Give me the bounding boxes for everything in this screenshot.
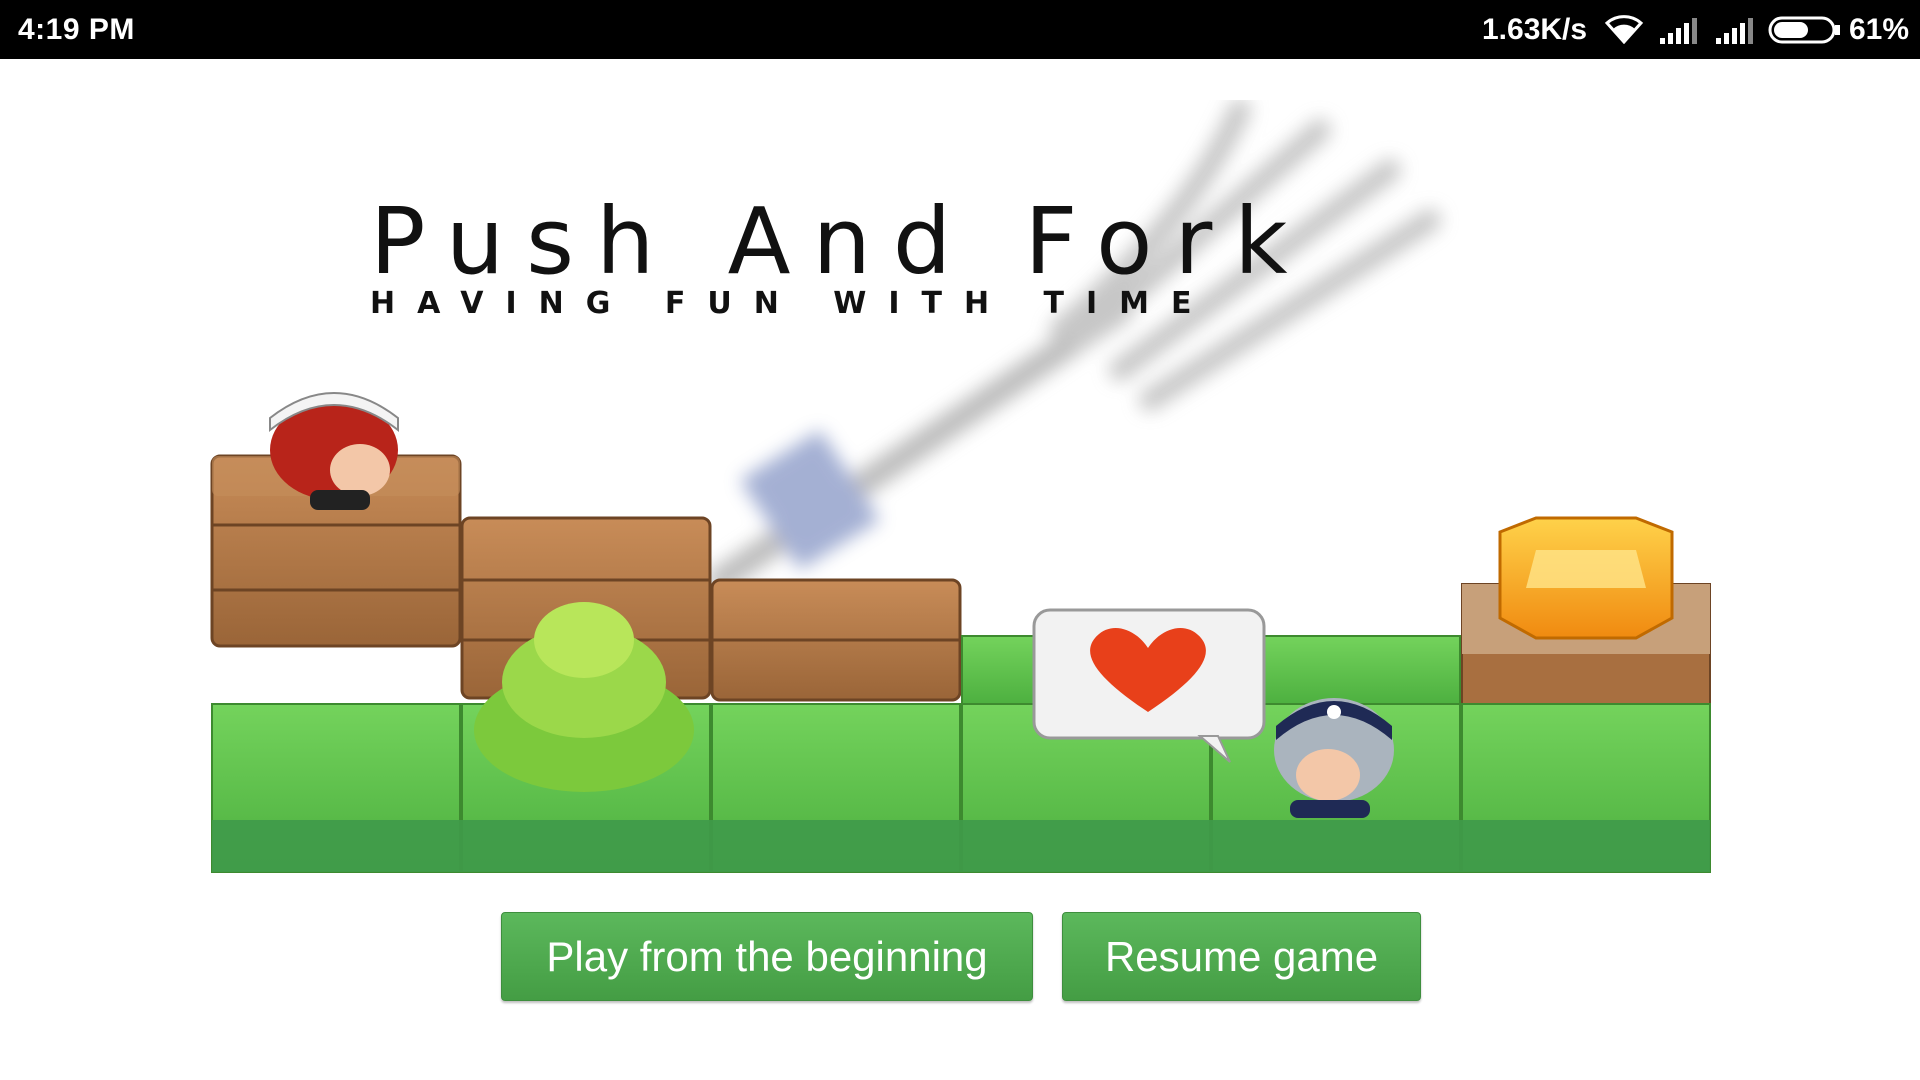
- fork-icon: [707, 100, 1441, 593]
- gem-icon: [1498, 516, 1674, 640]
- game-subtitle: HAVING FUN WITH TIME: [370, 286, 1214, 321]
- cell-signal-icon: [1660, 18, 1697, 44]
- status-bar: 4:19 PM 1.63K/s 61%: [0, 0, 1920, 59]
- resume-game-button[interactable]: Resume game: [1062, 912, 1421, 1001]
- wifi-icon: [1604, 15, 1644, 44]
- speech-bubble: [1032, 608, 1266, 763]
- battery-percent: 61%: [1849, 13, 1910, 46]
- play-from-beginning-button[interactable]: Play from the beginning: [501, 912, 1033, 1001]
- battery-icon: [1768, 16, 1840, 44]
- game-title: Push And Fork: [370, 188, 1310, 295]
- cell-signal-icon: [1716, 18, 1753, 44]
- clock: 4:19 PM: [18, 13, 135, 46]
- grass-tiles: [211, 703, 1711, 873]
- network-speed: 1.63K/s: [1482, 13, 1588, 46]
